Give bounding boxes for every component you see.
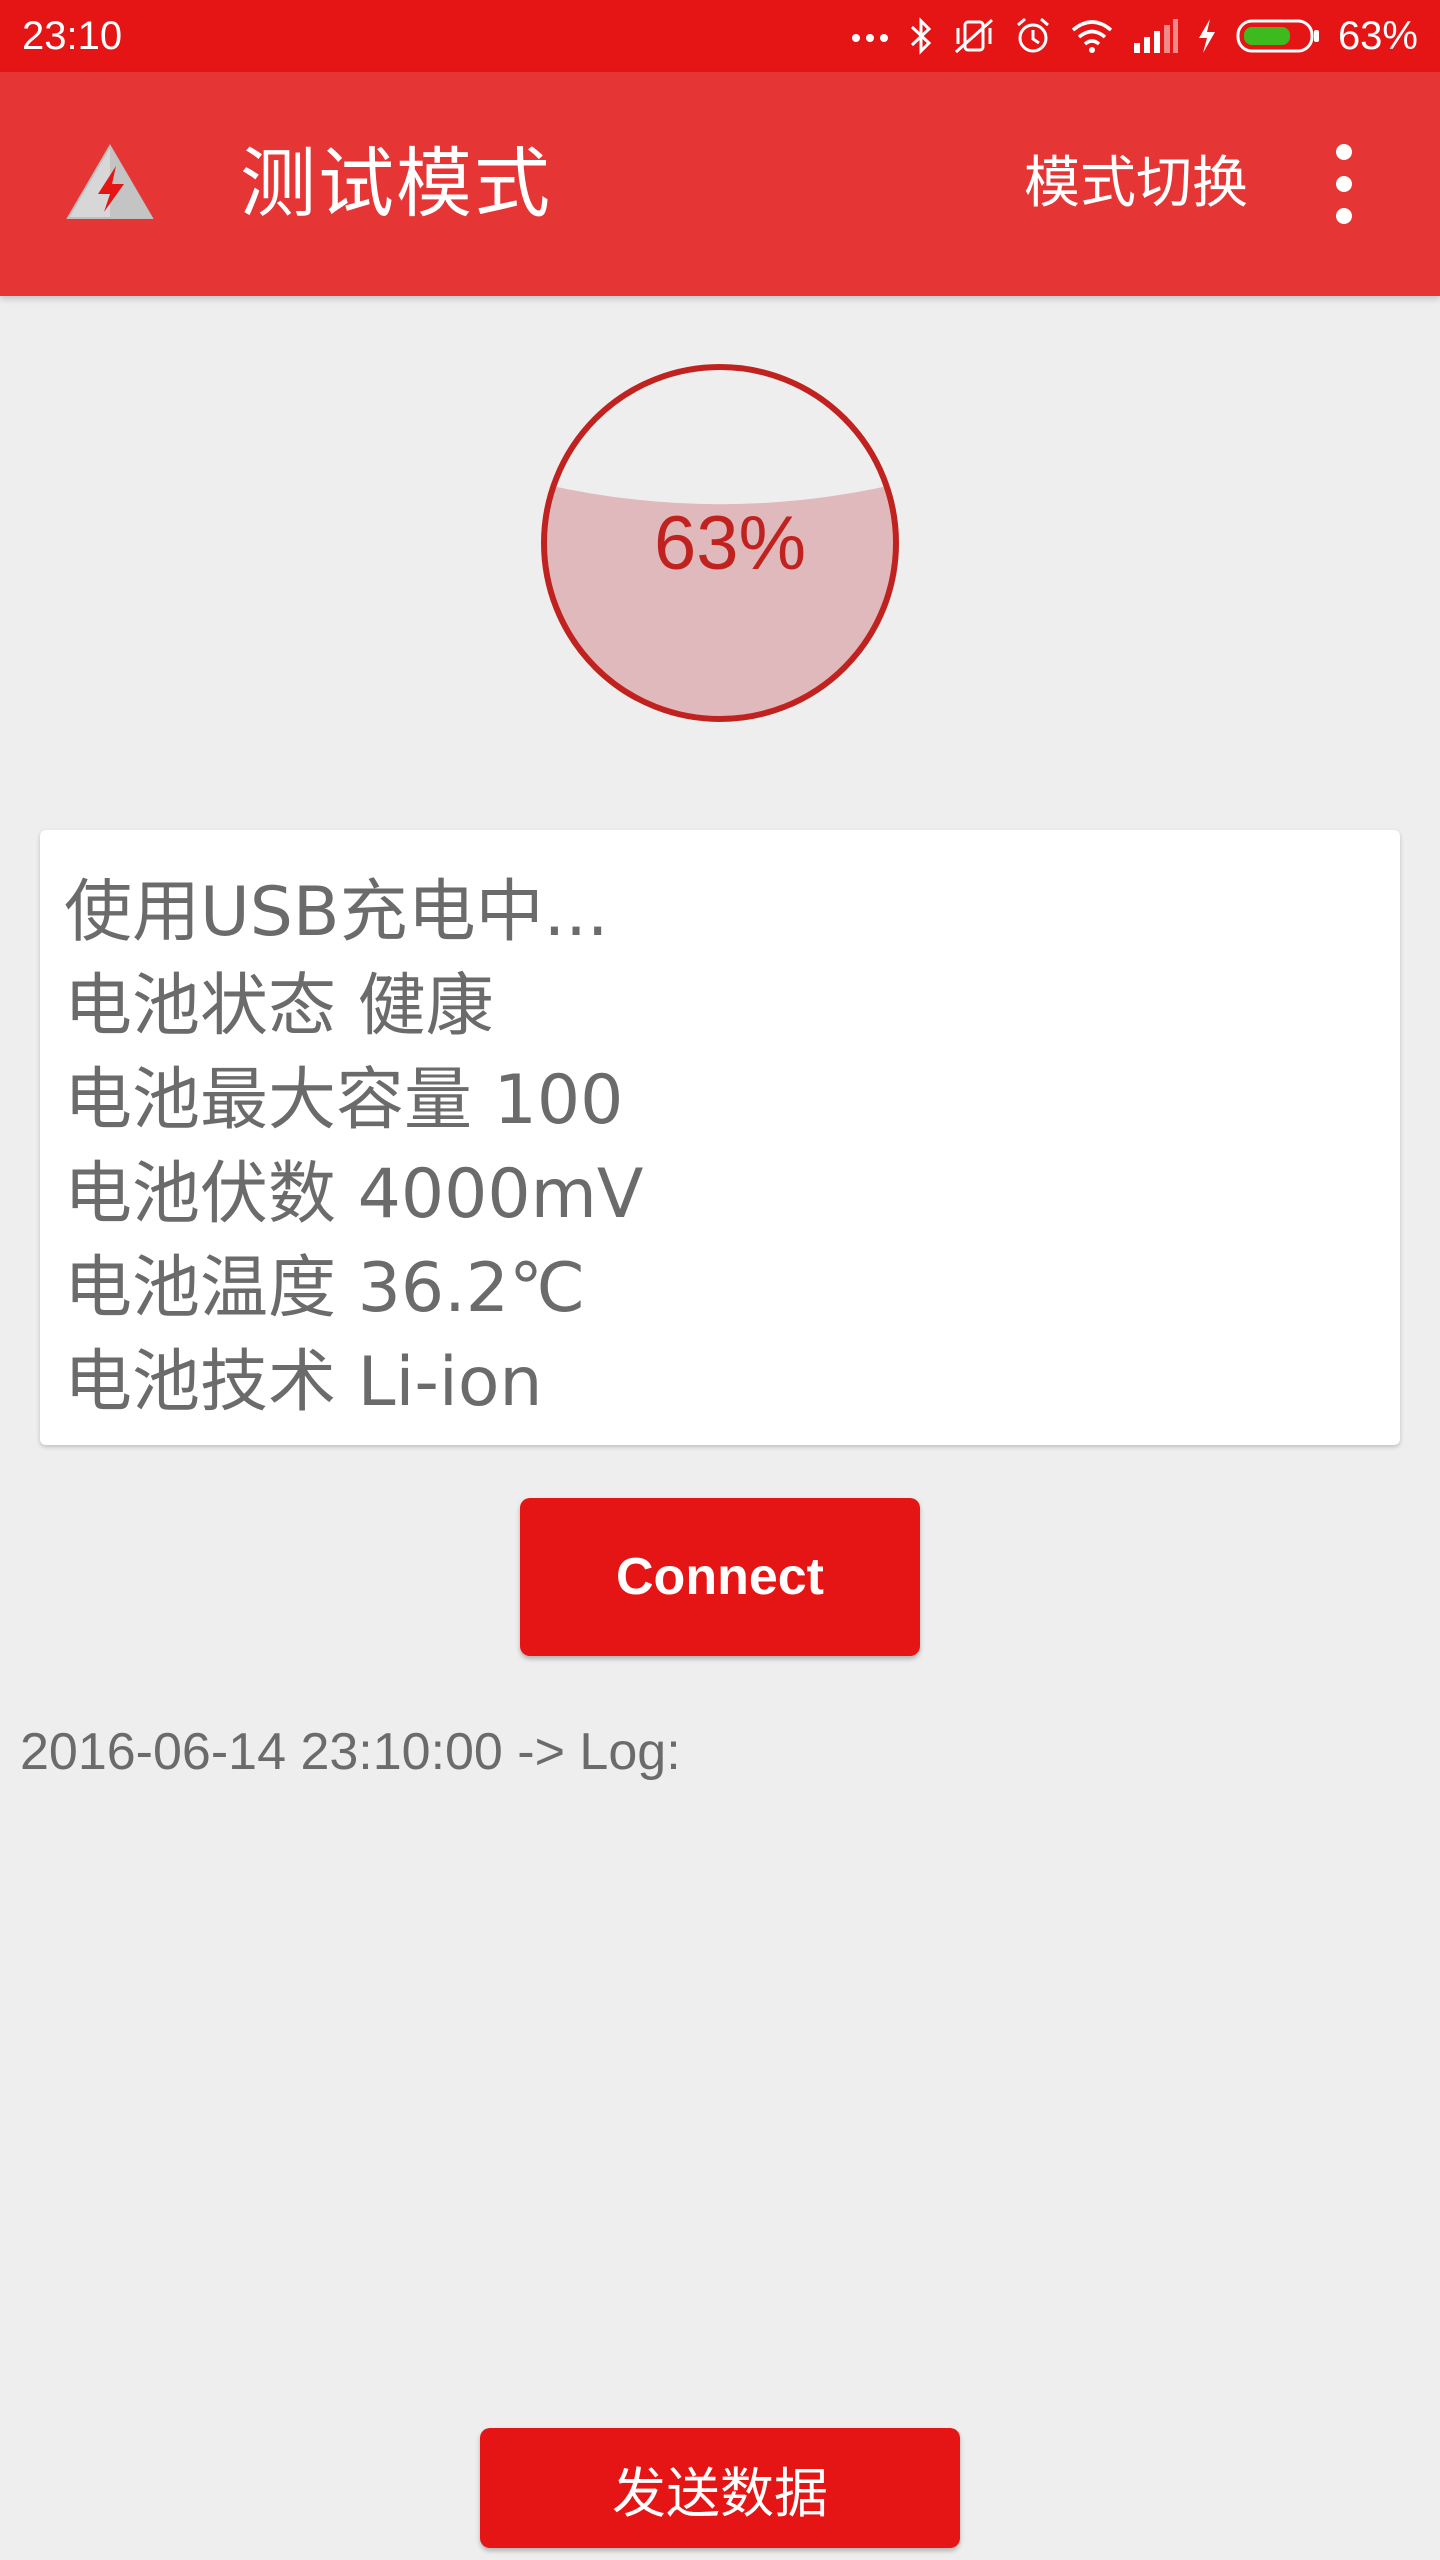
bluetooth-icon [908, 16, 934, 56]
status-icons: 63% [850, 0, 1418, 72]
more-dots-icon [850, 30, 890, 42]
toolbar: 测试模式 模式切换 [0, 72, 1440, 296]
battery-icon [1236, 18, 1320, 54]
lightning-warning-icon [64, 142, 156, 224]
more-vertical-icon[interactable] [1316, 144, 1372, 224]
connect-button[interactable]: Connect [520, 1498, 920, 1656]
alarm-icon [1014, 16, 1052, 56]
mode-switch-button[interactable]: 模式切换 [1024, 72, 1248, 296]
vibrate-off-icon [952, 16, 996, 56]
battery-temperature-text: 电池温度 36.2℃ [64, 1249, 586, 1328]
status-battery-percent: 63% [1337, 13, 1418, 58]
page-title: 测试模式 [240, 139, 552, 228]
battery-info-card: 使用USB充电中... 电池状态 健康 电池最大容量 100 电池伏数 4000… [40, 830, 1400, 1445]
wifi-icon [1070, 18, 1114, 54]
battery-voltage-text: 电池伏数 4000mV [64, 1155, 644, 1234]
charging-bolt-icon [1196, 18, 1218, 54]
status-time: 23:10 [22, 14, 123, 58]
signal-icon [1132, 19, 1178, 53]
battery-technology-text: 电池技术 Li-ion [64, 1343, 543, 1422]
log-text: 2016-06-14 23:10:00 -> Log: [20, 1723, 681, 1781]
charging-status-text: 使用USB充电中... [64, 873, 609, 952]
battery-health-text: 电池状态 健康 [64, 967, 494, 1046]
status-bar: 23:10 63% [0, 0, 1440, 72]
battery-capacity-text: 电池最大容量 100 [64, 1061, 624, 1140]
send-data-button[interactable]: 发送数据 [480, 2428, 960, 2548]
battery-level-label: 63% [653, 500, 807, 586]
